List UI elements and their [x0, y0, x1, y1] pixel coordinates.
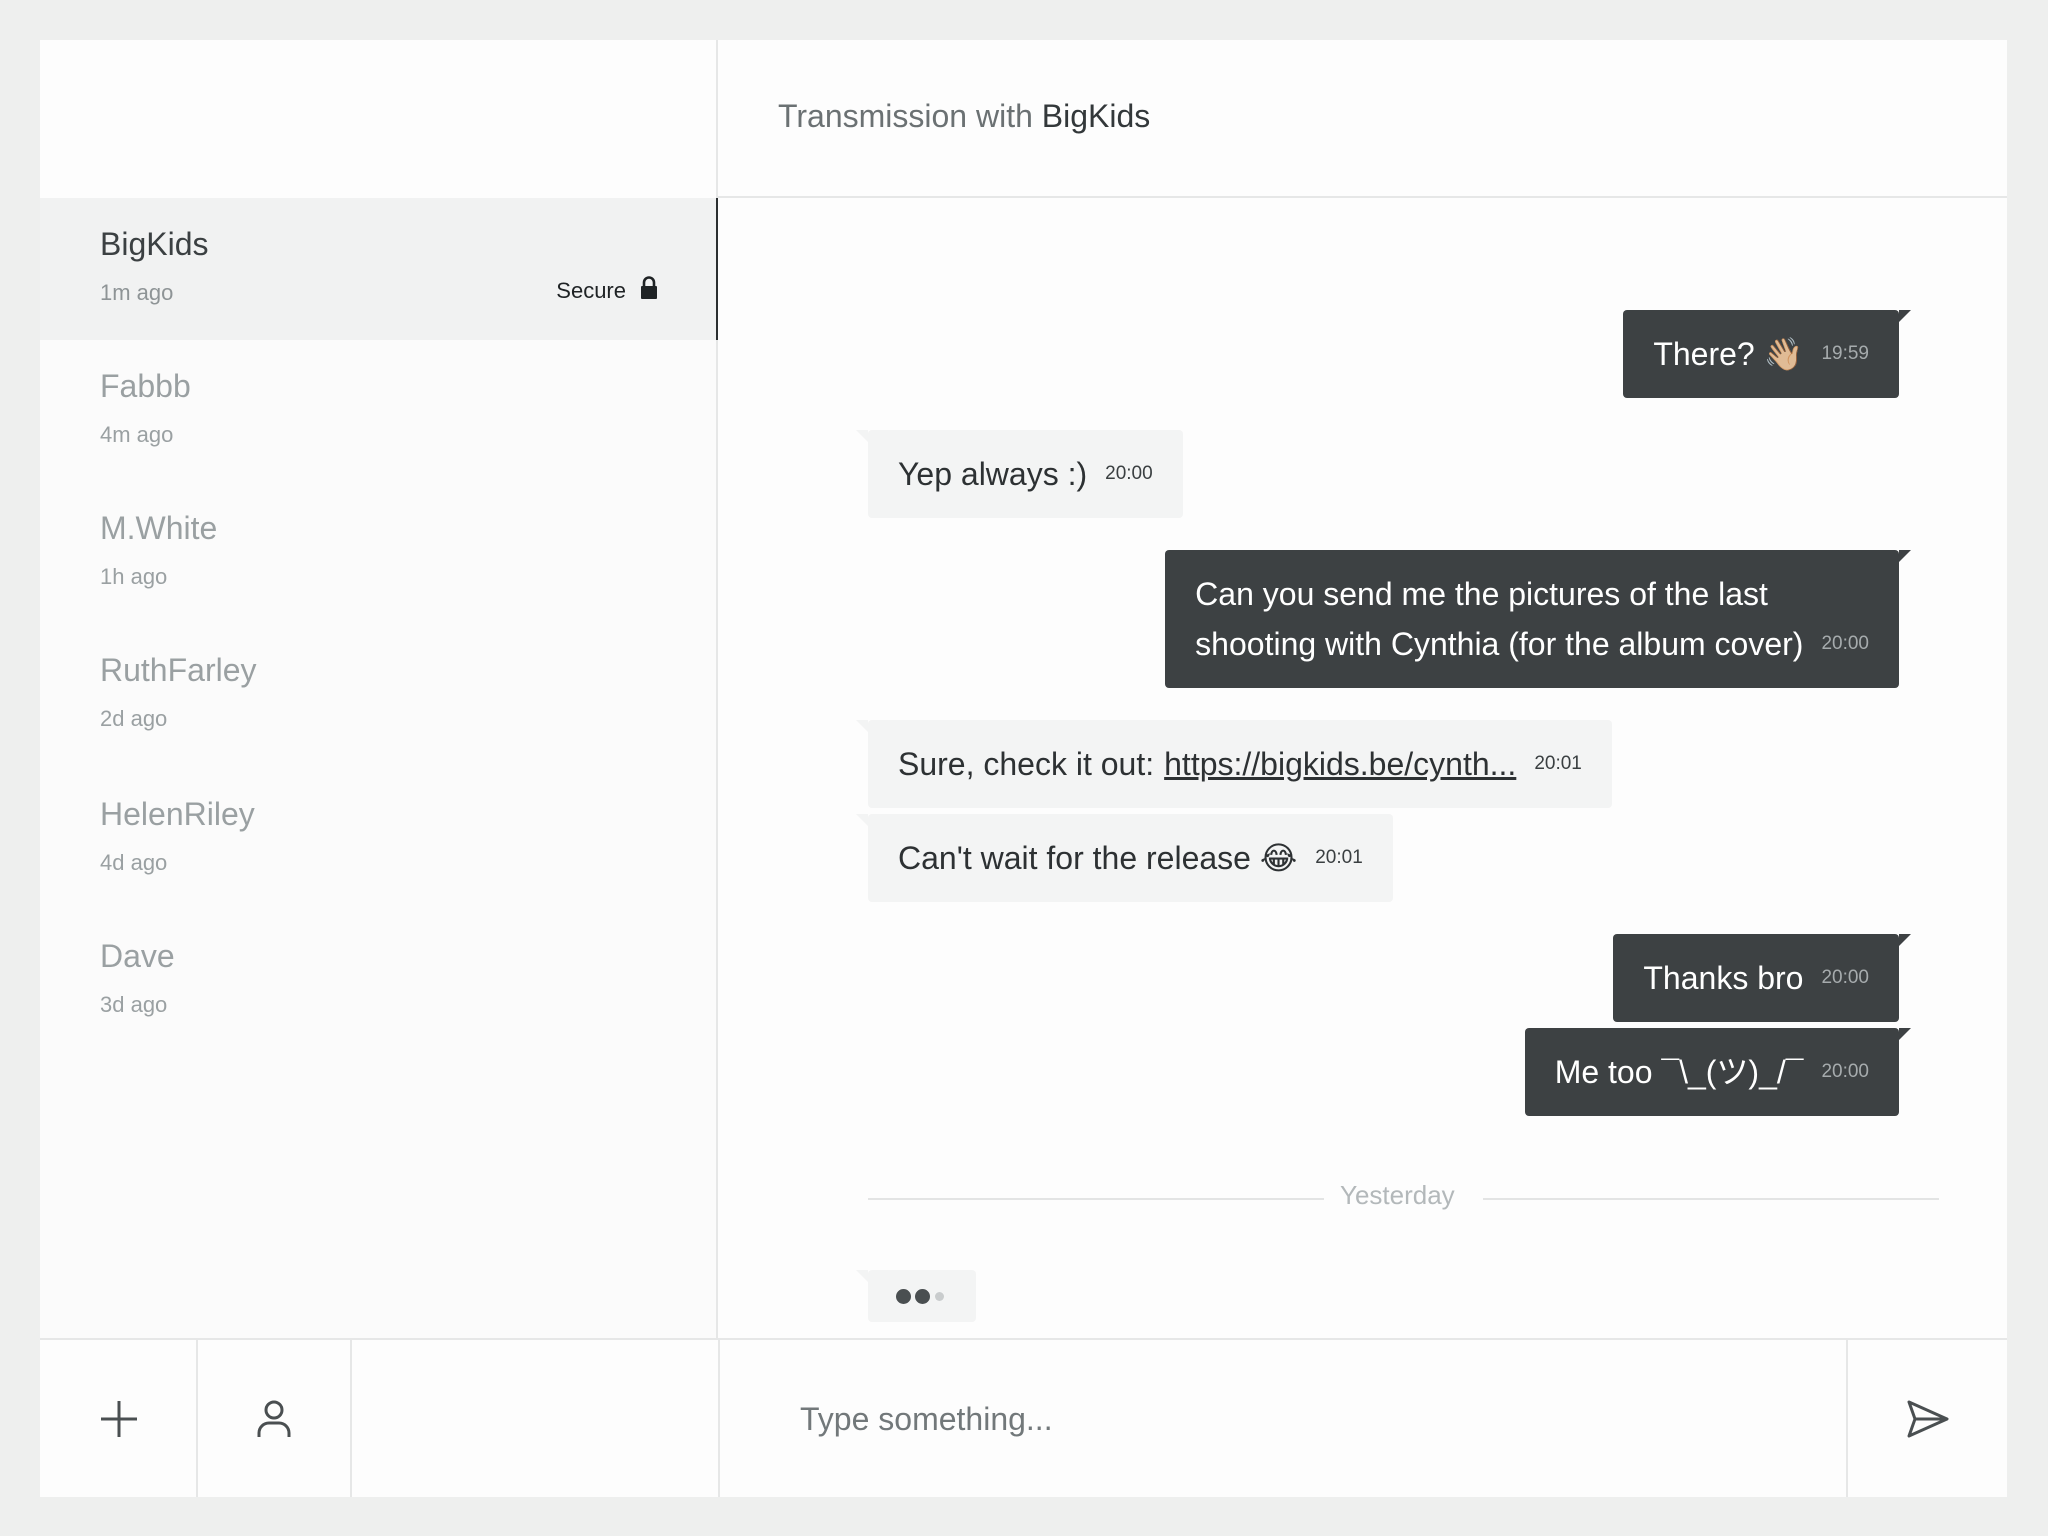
contact-item-ruthfarley[interactable]: RuthFarley 2d ago	[40, 624, 716, 768]
send-icon	[1907, 1400, 1948, 1437]
composer-separator	[718, 1340, 720, 1497]
send-button[interactable]	[1848, 1340, 2007, 1497]
bottom-bar	[40, 1338, 2007, 1497]
contact-last-seen: 4d ago	[100, 850, 168, 875]
message-text: Can't wait for the release 😂	[898, 840, 1298, 876]
message-text: Me too ¯\_(ツ)_/¯	[1554, 1054, 1804, 1090]
message-thread: There? 👋🏼 19:59 Yep always :) 20:00 Can …	[718, 198, 2007, 1338]
message-text: Yep always :)	[898, 456, 1088, 492]
contact-last-seen: 4m ago	[100, 422, 174, 447]
secure-badge: Secure	[556, 276, 658, 304]
message-time: 20:00	[1821, 967, 1869, 988]
contact-name: BigKids	[100, 226, 209, 262]
contact-item-helenriley[interactable]: HelenRiley 4d ago	[40, 768, 716, 910]
message-link[interactable]: https://bigkids.be/cynth...	[1164, 739, 1516, 789]
user-icon	[257, 1400, 291, 1437]
message-time: 20:00	[1821, 1061, 1869, 1082]
contact-name: Dave	[100, 938, 175, 974]
lock-icon	[641, 276, 657, 299]
toolbar-separator	[350, 1340, 352, 1497]
message-text: Can you send me the pictures of the last	[1195, 576, 1768, 612]
divider-line	[1483, 1198, 1939, 1200]
contacts-sidebar: BigKids 1m ago Secure Fabbb 4m ago M.Whi…	[40, 40, 718, 1338]
contact-name: M.White	[100, 510, 218, 546]
contact-last-seen: 2d ago	[100, 706, 168, 731]
messenger-app: BigKids 1m ago Secure Fabbb 4m ago M.Whi…	[40, 40, 2007, 1497]
chat-header: Transmission with BigKids	[718, 40, 2007, 198]
date-divider: Yesterday	[868, 1178, 1939, 1218]
message-time: 20:00	[1105, 463, 1153, 484]
message-incoming[interactable]: Yep always :) 20:00	[856, 430, 1183, 518]
chat-title-prefix: Transmission with	[778, 98, 1033, 134]
message-time: 20:01	[1315, 847, 1363, 868]
message-time: 20:00	[1821, 633, 1869, 654]
plus-icon	[100, 1400, 137, 1437]
contact-last-seen: 3d ago	[100, 992, 168, 1017]
contact-name: Fabbb	[100, 368, 191, 404]
sidebar-header	[40, 40, 716, 198]
contact-item-dave[interactable]: Dave 3d ago	[40, 910, 716, 1052]
message-time: 20:01	[1534, 753, 1582, 774]
message-outgoing[interactable]: Me too ¯\_(ツ)_/¯ 20:00	[1524, 1028, 1912, 1116]
message-text: Thanks bro	[1643, 960, 1804, 996]
contact-list: BigKids 1m ago Secure Fabbb 4m ago M.Whi…	[40, 198, 718, 1052]
typing-indicator	[856, 1270, 976, 1322]
contact-item-fabbb[interactable]: Fabbb 4m ago	[40, 340, 716, 482]
message-incoming[interactable]: Sure, check it out: https://bigkids.be/c…	[856, 720, 1612, 808]
chat-peer-name: BigKids	[1041, 98, 1151, 134]
message-text: Sure, check it out:	[898, 746, 1155, 782]
message-incoming[interactable]: Can't wait for the release 😂 20:01	[856, 814, 1393, 902]
message-outgoing[interactable]: Thanks bro 20:00	[1613, 934, 1911, 1022]
message-outgoing[interactable]: There? 👋🏼 19:59	[1623, 310, 1911, 398]
add-button[interactable]	[40, 1340, 197, 1497]
message-time: 19:59	[1821, 343, 1869, 364]
typing-dot	[915, 1289, 930, 1304]
divider-line	[868, 1198, 1324, 1200]
message-text: shooting with Cynthia (for the album cov…	[1195, 626, 1804, 662]
secure-label: Secure	[556, 278, 626, 303]
profile-button[interactable]	[198, 1340, 350, 1497]
contact-item-m-white[interactable]: M.White 1h ago	[40, 482, 716, 624]
contact-name: RuthFarley	[100, 652, 257, 688]
message-outgoing[interactable]: Can you send me the pictures of the last…	[1165, 550, 1911, 688]
message-text: There? 👋🏼	[1653, 336, 1804, 372]
chat-title: Transmission with BigKids	[778, 98, 1150, 135]
divider-label: Yesterday	[1340, 1180, 1455, 1210]
contact-last-seen: 1h ago	[100, 564, 168, 589]
typing-dot	[896, 1289, 911, 1304]
contact-last-seen: 1m ago	[100, 280, 174, 305]
contact-item-bigkids[interactable]: BigKids 1m ago Secure	[40, 198, 718, 340]
typing-dot	[935, 1292, 944, 1301]
message-input[interactable]	[800, 1380, 1780, 1458]
contact-name: HelenRiley	[100, 796, 255, 832]
